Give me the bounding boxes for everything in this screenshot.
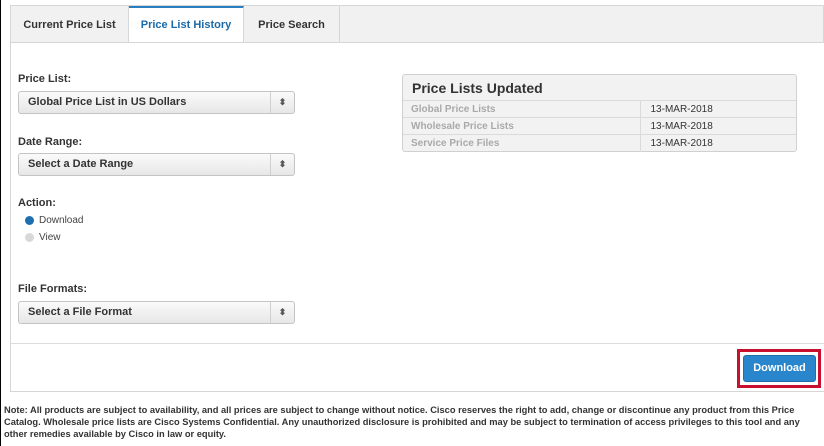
price-list-date: 13-MAR-2018 <box>640 117 796 135</box>
select-arrows-icon: ⬍ <box>270 302 294 323</box>
tab-price-list-history[interactable]: Price List History <box>129 6 244 45</box>
price-list-date: 13-MAR-2018 <box>640 100 796 118</box>
file-format-select[interactable]: Select a File Format ⬍ <box>18 301 295 324</box>
date-range-select[interactable]: Select a Date Range ⬍ <box>18 153 295 176</box>
disclaimer-note: Note: All products are subject to availa… <box>4 405 800 439</box>
table-row: Wholesale Price Lists 13-MAR-2018 <box>403 117 796 135</box>
price-lists-updated-table: Global Price Lists 13-MAR-2018 Wholesale… <box>403 100 796 152</box>
price-list-name: Service Price Files <box>403 134 641 152</box>
tab-current-price-list[interactable]: Current Price List <box>11 6 129 44</box>
file-formats-label: File Formats: <box>18 283 88 295</box>
action-radio-download-label: Download <box>39 215 84 226</box>
action-label: Action: <box>18 197 56 209</box>
table-row: Service Price Files 13-MAR-2018 <box>403 134 796 152</box>
file-format-select-value: Select a File Format <box>28 306 132 318</box>
tab-bar: Current Price List Price List History Pr… <box>10 5 824 45</box>
table-row: Global Price Lists 13-MAR-2018 <box>403 100 796 118</box>
price-list-select-value: Global Price List in US Dollars <box>28 96 187 108</box>
select-arrows-icon: ⬍ <box>270 154 294 175</box>
price-list-name: Global Price Lists <box>403 100 641 118</box>
price-list-name: Wholesale Price Lists <box>403 117 641 135</box>
download-button[interactable]: Download <box>743 355 816 382</box>
price-lists-updated-title: Price Lists Updated <box>412 80 543 96</box>
action-radio-view-label: View <box>39 232 61 243</box>
price-list-date: 13-MAR-2018 <box>640 134 796 152</box>
date-range-select-value: Select a Date Range <box>28 158 134 170</box>
form-divider <box>10 343 824 344</box>
tab-price-search[interactable]: Price Search <box>244 6 340 44</box>
price-list-label: Price List: <box>18 73 72 85</box>
price-lists-updated-panel: Price Lists Updated Global Price Lists 1… <box>402 74 797 152</box>
radio-selected-icon <box>25 216 34 225</box>
date-range-label: Date Range: <box>18 136 83 148</box>
select-arrows-icon: ⬍ <box>270 92 294 113</box>
price-list-select[interactable]: Global Price List in US Dollars ⬍ <box>18 91 295 114</box>
radio-unselected-icon <box>25 233 34 242</box>
